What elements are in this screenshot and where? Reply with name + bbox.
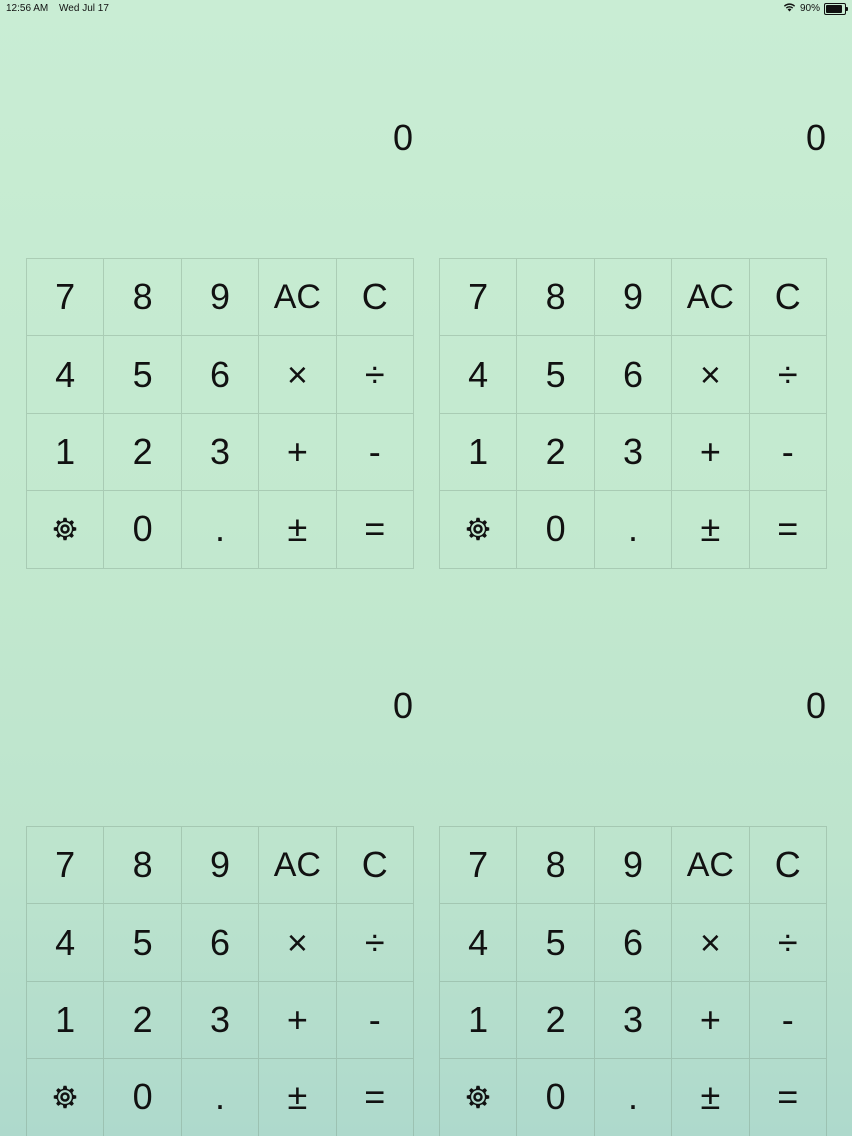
key-1[interactable]: 1 (27, 413, 105, 492)
key-plus[interactable]: + (259, 413, 337, 492)
key-all-clear[interactable]: AC (672, 259, 750, 337)
key-0[interactable]: 0 (104, 1059, 182, 1136)
key-plus-minus[interactable]: ± (259, 1059, 337, 1136)
status-time: 12:56 AM (6, 3, 49, 14)
key-5[interactable]: 5 (517, 904, 595, 982)
key-1[interactable]: 1 (440, 981, 518, 1060)
key-4[interactable]: 4 (440, 904, 518, 982)
key-6[interactable]: 6 (181, 904, 260, 982)
key-3[interactable]: 3 (594, 413, 673, 492)
key-minus[interactable]: - (336, 981, 414, 1060)
key-5[interactable]: 5 (104, 336, 182, 414)
key-6[interactable]: 6 (594, 904, 673, 982)
key-7[interactable]: 7 (27, 827, 105, 905)
key-multiply[interactable]: × (259, 904, 337, 982)
settings-gear-icon[interactable] (27, 1059, 105, 1136)
wifi-icon (783, 2, 796, 15)
key-0[interactable]: 0 (517, 1059, 595, 1136)
keypad: 7 8 9 AC C 4 5 6 × ÷ 1 2 3 + - 0. ± = (26, 826, 414, 1136)
key-1[interactable]: 1 (440, 413, 518, 492)
status-bar: 12:56 AM Wed Jul 17 90% (0, 0, 852, 18)
key-equals[interactable]: = (336, 491, 414, 569)
key-plus-minus[interactable]: ± (259, 491, 337, 569)
key-9[interactable]: 9 (594, 259, 673, 337)
key-all-clear[interactable]: AC (259, 259, 337, 337)
key-2[interactable]: 2 (104, 981, 182, 1060)
key-clear[interactable]: C (749, 827, 827, 905)
key-multiply[interactable]: × (259, 336, 337, 414)
key-equals[interactable]: = (749, 491, 827, 569)
key-7[interactable]: 7 (27, 259, 105, 337)
calculator-display: 0 (392, 685, 413, 726)
calculator-display: 0 (392, 117, 413, 158)
key-plus[interactable]: + (672, 981, 750, 1060)
keypad: 7 8 9 AC C 4 5 6 × ÷ 1 2 3 + - 0. ± = (439, 258, 827, 569)
key-5[interactable]: 5 (104, 904, 182, 982)
status-left: 12:56 AM Wed Jul 17 (6, 3, 117, 14)
status-right: 90% (783, 2, 848, 15)
key-0[interactable]: 0 (517, 491, 595, 569)
calculator-display: 0 (805, 685, 826, 726)
key-1[interactable]: 1 (27, 981, 105, 1060)
key-4[interactable]: 4 (27, 336, 105, 414)
key-minus[interactable]: - (749, 413, 827, 492)
key-equals[interactable]: = (336, 1059, 414, 1136)
key-minus[interactable]: - (336, 413, 414, 492)
key-4[interactable]: 4 (440, 336, 518, 414)
key-plus[interactable]: + (672, 413, 750, 492)
settings-gear-icon[interactable] (440, 491, 518, 569)
settings-gear-icon[interactable] (440, 1059, 518, 1136)
keypad: 7 8 9 AC C 4 5 6 × ÷ 1 2 3 + - 0. ± = (26, 258, 414, 569)
key-2[interactable]: 2 (104, 413, 182, 492)
key-clear[interactable]: C (749, 259, 827, 337)
key-9[interactable]: 9 (594, 827, 673, 905)
key-9[interactable]: 9 (181, 259, 260, 337)
key-clear[interactable]: C (336, 827, 414, 905)
key-2[interactable]: 2 (517, 413, 595, 492)
key-7[interactable]: 7 (440, 827, 518, 905)
key-8[interactable]: 8 (104, 259, 182, 337)
key-8[interactable]: 8 (104, 827, 182, 905)
key-8[interactable]: 8 (517, 827, 595, 905)
key-0[interactable]: 0 (104, 491, 182, 569)
key-9[interactable]: 9 (181, 827, 260, 905)
battery-percent: 90% (799, 3, 820, 14)
key-all-clear[interactable]: AC (259, 827, 337, 905)
key-plus[interactable]: + (259, 981, 337, 1060)
key-divide[interactable]: ÷ (749, 336, 827, 414)
key-7[interactable]: 7 (440, 259, 518, 337)
key-8[interactable]: 8 (517, 259, 595, 337)
key-plus-minus[interactable]: ± (672, 1059, 750, 1136)
key-multiply[interactable]: × (672, 904, 750, 982)
key-decimal[interactable]: . (181, 491, 260, 569)
key-6[interactable]: 6 (594, 336, 673, 414)
key-equals[interactable]: = (749, 1059, 827, 1136)
battery-tip (846, 6, 848, 11)
keypad: 7 8 9 AC C 4 5 6 × ÷ 1 2 3 + - 0. ± = (439, 826, 827, 1136)
calculator-display: 0 (805, 117, 826, 158)
key-decimal[interactable]: . (181, 1059, 260, 1136)
status-date: Wed Jul 17 (59, 3, 109, 14)
key-divide[interactable]: ÷ (336, 336, 414, 414)
key-3[interactable]: 3 (181, 981, 260, 1060)
key-3[interactable]: 3 (594, 981, 673, 1060)
key-6[interactable]: 6 (181, 336, 260, 414)
key-3[interactable]: 3 (181, 413, 260, 492)
settings-gear-icon[interactable] (27, 491, 105, 569)
key-5[interactable]: 5 (517, 336, 595, 414)
key-multiply[interactable]: × (672, 336, 750, 414)
key-4[interactable]: 4 (27, 904, 105, 982)
key-plus-minus[interactable]: ± (672, 491, 750, 569)
key-clear[interactable]: C (336, 259, 414, 337)
key-all-clear[interactable]: AC (672, 827, 750, 905)
battery-icon (824, 2, 848, 15)
key-decimal[interactable]: . (594, 1059, 673, 1136)
battery-fill (826, 4, 843, 13)
key-divide[interactable]: ÷ (336, 904, 414, 982)
key-minus[interactable]: - (749, 981, 827, 1060)
key-2[interactable]: 2 (517, 981, 595, 1060)
key-divide[interactable]: ÷ (749, 904, 827, 982)
key-decimal[interactable]: . (594, 491, 673, 569)
